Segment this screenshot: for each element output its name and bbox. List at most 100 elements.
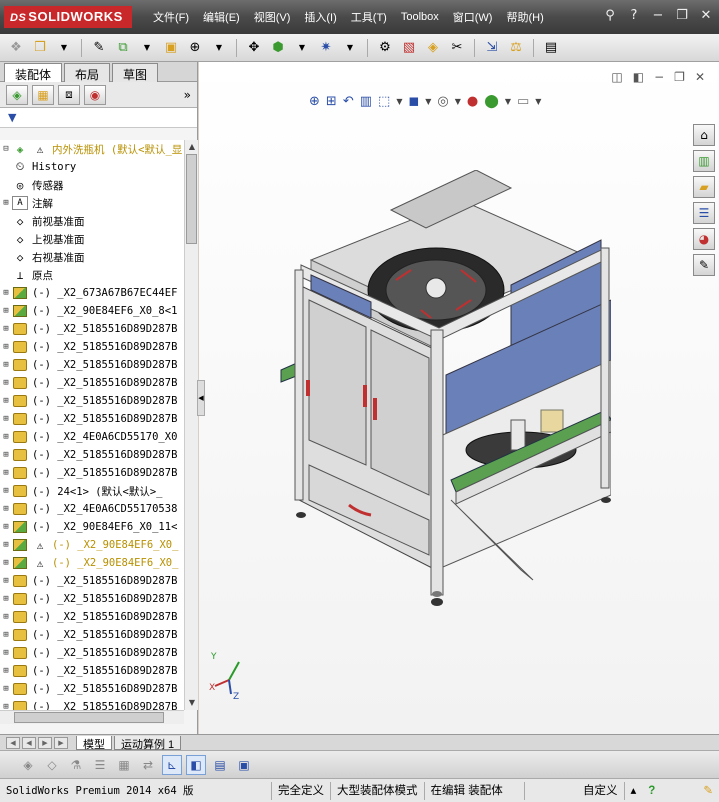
tree-item[interactable]: ◇ 右视基准面 — [0, 248, 184, 266]
mass-properties-icon[interactable]: ⚖ — [506, 38, 526, 58]
minimize-icon[interactable]: − — [654, 70, 664, 84]
interference-icon[interactable]: ▧ — [399, 38, 419, 58]
assembly-features-icon[interactable]: ◈ — [423, 38, 443, 58]
sketch-grid-icon[interactable]: ⊾ — [162, 754, 182, 775]
expand-toggle-icon[interactable]: ⊞ — [0, 342, 12, 352]
tree-item[interactable]: ⊞ (-) _X2_5185516D89D287B — [0, 626, 184, 644]
dropdown-icon[interactable]: ▼ — [396, 97, 402, 106]
measure-icon[interactable]: ⇲ — [482, 38, 502, 58]
close-icon[interactable]: ✕ — [697, 8, 715, 23]
split-view-2-icon[interactable]: ◧ — [633, 70, 644, 84]
tree-item[interactable]: ⊞ (-) _X2_5185516D89D287B — [0, 590, 184, 608]
expand-chevron-icon[interactable]: » — [184, 88, 191, 102]
status-custom-units[interactable]: 自定义 — [525, 781, 625, 800]
design-library-icon[interactable]: ▥ — [693, 150, 715, 172]
expand-toggle-icon[interactable]: ⊞ — [0, 666, 12, 676]
list-icon[interactable]: ☰ — [90, 755, 110, 775]
restore-icon[interactable]: ❐ — [673, 8, 691, 23]
tree-item[interactable]: ⊞ (-) _X2_5185516D89D287B — [0, 410, 184, 428]
expand-toggle-icon[interactable]: ⊞ — [0, 468, 12, 478]
dropdown-icon[interactable]: ▼ — [340, 38, 360, 58]
section-view-icon[interactable]: ▥ — [360, 94, 372, 109]
transparency-icon[interactable]: ⚗ — [66, 755, 86, 775]
tree-item[interactable]: ⊞ A 注解 — [0, 194, 184, 212]
tree-item[interactable]: ◎ 传感器 — [0, 176, 184, 194]
tree-vertical-scrollbar[interactable]: ▲ ▼ — [184, 140, 198, 710]
smart-fastener-icon[interactable]: ⬢ — [268, 38, 288, 58]
scroll-up-icon[interactable]: ▲ — [185, 140, 199, 154]
grid-icon[interactable]: ▦ — [114, 755, 134, 775]
solidworks-logo[interactable]: DS SOLIDWORKS — [4, 6, 132, 28]
paperclip-icon[interactable]: ✎ — [89, 38, 109, 58]
scene-icon[interactable]: ⬤ — [484, 94, 499, 109]
prev-tab-icon[interactable]: ◀ — [22, 736, 36, 749]
tree-item[interactable]: ⊞ (-) _X2_5185516D89D287B — [0, 356, 184, 374]
help-icon[interactable]: ? — [625, 8, 643, 23]
menu-insert[interactable]: 插入(I) — [297, 9, 343, 25]
explode-icon[interactable]: ✷ — [316, 38, 336, 58]
tree-item[interactable]: ⊞ (-) _X2_673A67B67EC44EF — [0, 284, 184, 302]
expand-toggle-icon[interactable]: ⊞ — [0, 450, 12, 460]
tree-item[interactable]: ⊞ (-) _X2_5185516D89D287B — [0, 662, 184, 680]
file-explorer-icon[interactable]: ▰ — [693, 176, 715, 198]
feature-manager-icon[interactable]: ◈ — [6, 84, 28, 105]
expand-toggle-icon[interactable]: ⊞ — [0, 396, 12, 406]
reference-geometry-icon[interactable]: ⚙ — [375, 38, 395, 58]
dropdown-icon[interactable]: ▼ — [425, 97, 431, 106]
hide-icon[interactable]: ◇ — [42, 755, 62, 775]
tab-sketch[interactable]: 草图 — [112, 63, 159, 82]
tree-item[interactable]: ⏲ History — [0, 158, 184, 176]
restore-icon[interactable]: ❐ — [674, 70, 685, 84]
tree-item[interactable]: ⊞ ⚠ (-) _X2_90E84EF6_X0_ — [0, 536, 184, 554]
tree-item[interactable]: ⊞ (-) _X2_5185516D89D287B — [0, 680, 184, 698]
dropdown-icon[interactable]: ▼ — [292, 38, 312, 58]
menu-window[interactable]: 窗口(W) — [446, 9, 500, 25]
expand-toggle-icon[interactable]: ⊞ — [0, 702, 12, 710]
expand-toggle-icon[interactable]: ⊞ — [0, 558, 12, 568]
machine-model[interactable] — [271, 170, 611, 640]
custom-properties-icon[interactable]: ✎ — [693, 254, 715, 276]
options-icon[interactable]: ▤ — [541, 38, 561, 58]
tree-item[interactable]: ⊟ ◈ ⚠ 内外洗瓶机 (默认<默认_显 — [0, 140, 184, 158]
minimize-icon[interactable]: − — [649, 8, 667, 23]
tree-item[interactable]: ⊞ (-) _X2_5185516D89D287B — [0, 572, 184, 590]
home-icon[interactable]: ⌂ — [693, 124, 715, 146]
menu-toolbox[interactable]: Toolbox — [394, 11, 446, 23]
tab-model[interactable]: 模型 — [76, 735, 112, 751]
expand-toggle-icon[interactable]: ⊞ — [0, 684, 12, 694]
filter-icon[interactable]: ▼ — [8, 111, 16, 124]
rebuild-icon[interactable]: ✎ — [697, 782, 719, 800]
expand-toggle-icon[interactable]: ⊞ — [0, 414, 12, 424]
status-up-icon[interactable]: ▴ — [625, 782, 643, 800]
tree-item[interactable]: ⊞ (-) _X2_90E84EF6_X0_8<1 — [0, 302, 184, 320]
instant3d-icon[interactable]: ✂ — [447, 38, 467, 58]
filter-bar[interactable]: ▼ — [0, 108, 197, 128]
expand-toggle-icon[interactable]: ⊞ — [0, 504, 12, 514]
mate-icon[interactable]: ⧉ — [113, 38, 133, 58]
expand-toggle-icon[interactable]: ⊞ — [0, 432, 12, 442]
menu-file[interactable]: 文件(F) — [146, 9, 196, 25]
expand-toggle-icon[interactable]: ⊞ — [0, 648, 12, 658]
new-icon[interactable]: ❖ — [6, 38, 26, 58]
tree-item[interactable]: ⊞ (-) _X2_5185516D89D287B — [0, 374, 184, 392]
help-icon[interactable]: ? — [642, 782, 661, 800]
tree-item[interactable]: ⊞ (-) _X2_5185516D89D287B — [0, 464, 184, 482]
expand-toggle-icon[interactable]: ⊞ — [0, 486, 12, 496]
dropdown-icon[interactable]: ▼ — [54, 38, 74, 58]
tab-assembly[interactable]: 装配体 — [4, 63, 63, 82]
hide-show-icon[interactable]: ◎ — [437, 94, 448, 109]
tree-item[interactable]: ⊥ 原点 — [0, 266, 184, 284]
expand-toggle-icon[interactable]: ⊞ — [0, 306, 12, 316]
tree-horizontal-scrollbar[interactable] — [0, 710, 184, 724]
show-icon[interactable]: ◈ — [18, 755, 38, 775]
last-tab-icon[interactable]: ▶ — [54, 736, 68, 749]
dropdown-icon[interactable]: ▼ — [137, 38, 157, 58]
expand-toggle-icon[interactable]: ⊞ — [0, 612, 12, 622]
view-orientation-icon[interactable]: ⬚ — [378, 94, 390, 109]
dropdown-icon[interactable]: ▼ — [535, 97, 541, 106]
tree-item[interactable]: ⊞ (-) _X2_5185516D89D287B — [0, 392, 184, 410]
view-settings-icon[interactable]: ▭ — [517, 94, 529, 109]
menu-tools[interactable]: 工具(T) — [344, 9, 394, 25]
expand-toggle-icon[interactable]: ⊞ — [0, 522, 12, 532]
display-style-icon[interactable]: ◼ — [408, 94, 419, 109]
